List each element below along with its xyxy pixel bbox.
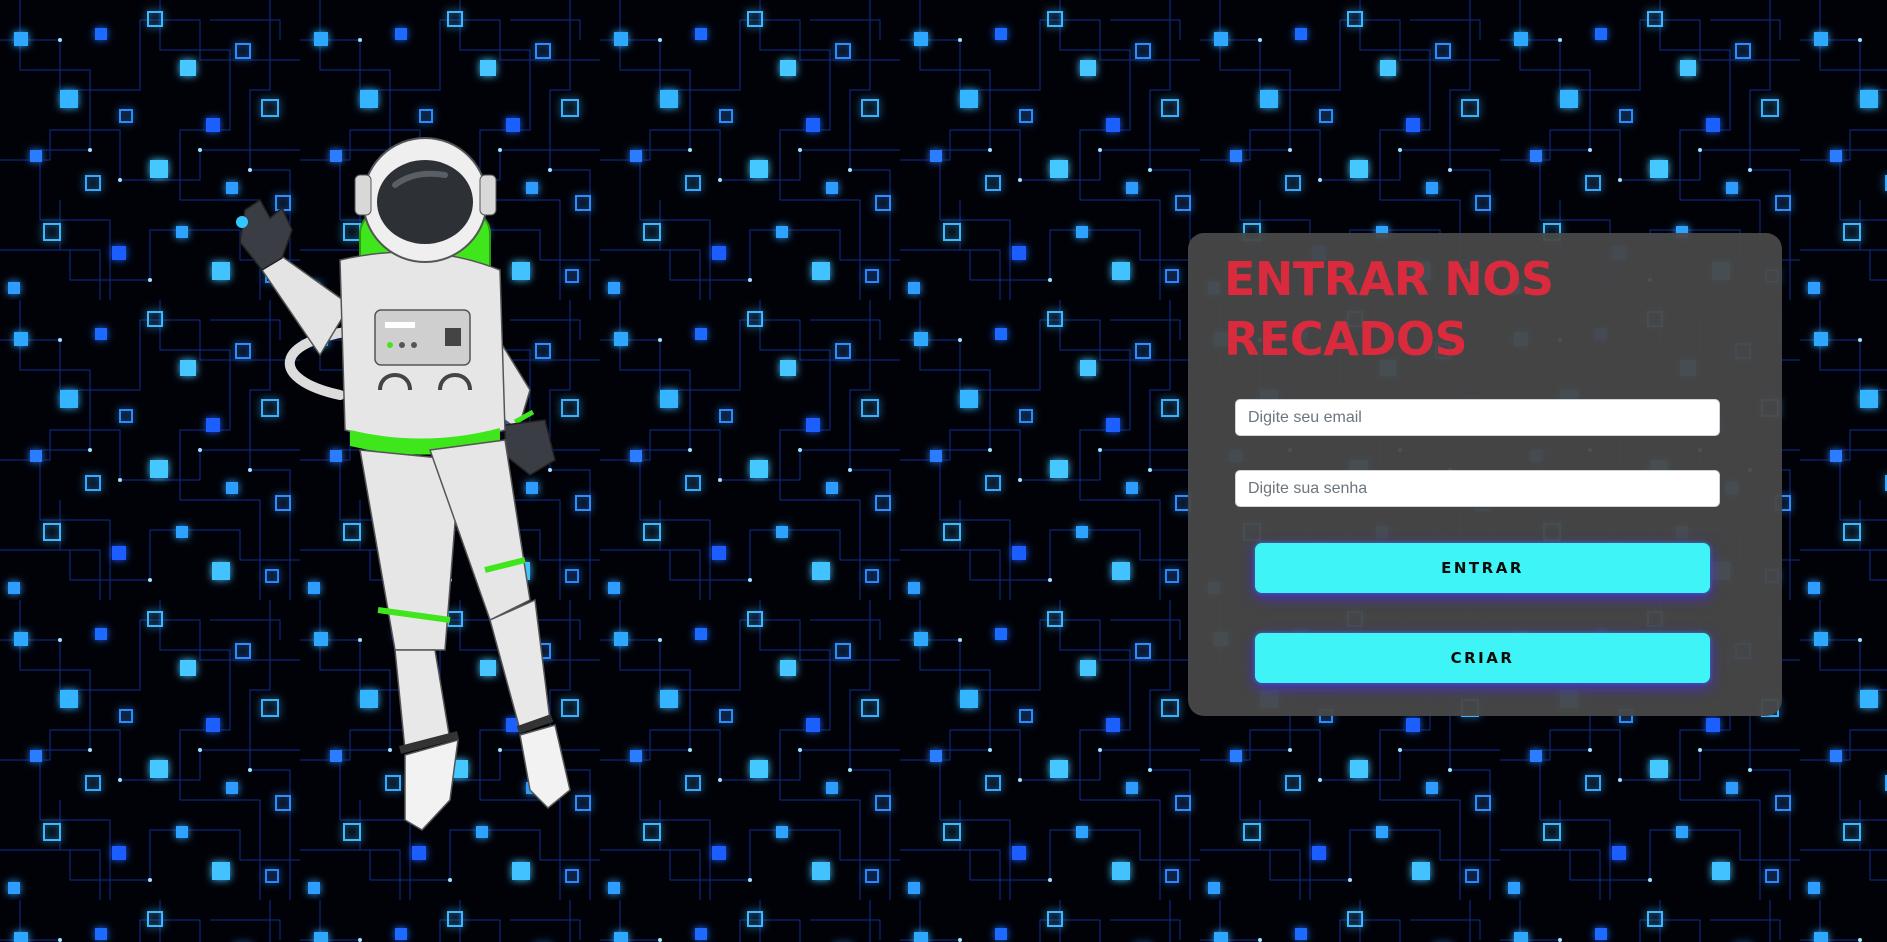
- password-field[interactable]: [1235, 470, 1720, 507]
- email-field[interactable]: [1235, 399, 1720, 436]
- enter-button[interactable]: ENTRAR: [1255, 543, 1710, 593]
- login-card: ENTRAR NOS RECADOS ENTRAR CRIAR: [1188, 233, 1782, 716]
- create-button[interactable]: CRIAR: [1255, 633, 1710, 683]
- page: ENTRAR NOS RECADOS ENTRAR CRIAR: [0, 0, 1887, 942]
- login-title: ENTRAR NOS RECADOS: [1224, 252, 1554, 366]
- astronaut-illustration: [236, 137, 571, 831]
